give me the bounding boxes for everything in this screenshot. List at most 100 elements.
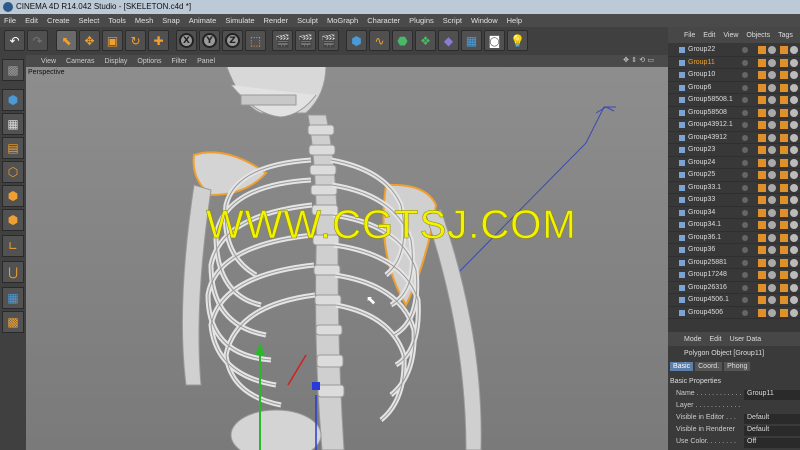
visibility-dot-icon[interactable] (742, 172, 748, 178)
texture-mode-button[interactable]: ▦ (2, 113, 24, 135)
material-tag-icon[interactable] (758, 171, 766, 179)
material-sphere-icon[interactable] (790, 308, 798, 317)
visibility-dot-icon[interactable] (742, 222, 748, 228)
material-tag-icon[interactable] (758, 283, 766, 292)
material-tag-icon[interactable] (758, 221, 766, 229)
menu-plugins[interactable]: Plugins (409, 16, 434, 25)
material-sphere-icon[interactable] (768, 121, 776, 129)
material-sphere-icon[interactable] (790, 121, 798, 129)
obj-menu-file[interactable]: File (684, 32, 695, 39)
render-view-button[interactable]: 🎬 (272, 30, 293, 51)
material-sphere-icon[interactable] (790, 233, 798, 242)
material-sphere-icon[interactable] (768, 233, 776, 242)
snap-button[interactable]: ⋃ (2, 261, 24, 283)
material-sphere-icon[interactable] (768, 46, 776, 54)
material-tag-icon[interactable] (780, 146, 788, 154)
material-tag-icon[interactable] (758, 146, 766, 154)
menu-select[interactable]: Select (79, 16, 100, 25)
attr-menu-edit[interactable]: Edit (710, 336, 722, 343)
material-sphere-icon[interactable] (790, 271, 798, 279)
workplane-grid-button[interactable]: ▦ (2, 287, 24, 309)
object-row[interactable]: Group34.1 (668, 219, 800, 232)
visibility-dot-icon[interactable] (742, 259, 748, 266)
material-tag-icon[interactable] (780, 208, 788, 217)
y-axis-lock-button[interactable]: Y (199, 30, 220, 51)
material-tag-icon[interactable] (780, 221, 788, 229)
object-row[interactable]: Group23 (668, 144, 800, 157)
material-sphere-icon[interactable] (768, 96, 776, 104)
material-sphere-icon[interactable] (768, 171, 776, 179)
scale-tool-button[interactable]: ▣ (102, 30, 123, 51)
visibility-dot-icon[interactable] (742, 47, 748, 53)
object-row[interactable]: Group22 (668, 44, 800, 57)
tab-coord[interactable]: Coord. (695, 362, 723, 371)
material-tag-icon[interactable] (780, 108, 788, 117)
object-row[interactable]: Group33.1 (668, 182, 800, 194)
object-row[interactable]: Group24 (668, 157, 800, 169)
material-tag-icon[interactable] (758, 96, 766, 104)
material-sphere-icon[interactable] (790, 183, 798, 192)
menu-mesh[interactable]: Mesh (135, 16, 153, 25)
material-sphere-icon[interactable] (768, 308, 776, 317)
viewport-menu-panel[interactable]: Panel (197, 58, 215, 65)
material-tag-icon[interactable] (758, 271, 766, 279)
object-row[interactable]: Group58508.1 (668, 94, 800, 107)
menu-file[interactable]: File (4, 16, 16, 25)
perspective-viewport[interactable]: View Cameras Display Options Filter Pane… (26, 55, 668, 450)
material-tag-icon[interactable] (780, 96, 788, 104)
spline-pen-button[interactable]: ∿ (369, 30, 390, 51)
visibility-dot-icon[interactable] (742, 97, 748, 103)
material-tag-icon[interactable] (780, 196, 788, 204)
material-sphere-icon[interactable] (790, 208, 798, 217)
menu-create[interactable]: Create (47, 16, 70, 25)
viewport-menu-view[interactable]: View (41, 58, 56, 65)
material-tag-icon[interactable] (780, 183, 788, 192)
material-tag-icon[interactable] (780, 246, 788, 254)
deformer-button[interactable]: ◆ (438, 30, 459, 51)
object-row[interactable]: Group26316 (668, 282, 800, 294)
subdivision-surface-button[interactable]: ⬣ (392, 30, 413, 51)
material-tag-icon[interactable] (758, 296, 766, 304)
floor-button[interactable]: ▦ (461, 30, 482, 51)
visibility-dot-icon[interactable] (742, 234, 748, 241)
viewport-menu-display[interactable]: Display (104, 58, 127, 65)
workplane-mode-button[interactable]: ▤ (2, 137, 24, 159)
material-sphere-icon[interactable] (790, 158, 798, 167)
obj-menu-view[interactable]: View (723, 32, 738, 39)
obj-menu-objects[interactable]: Objects (746, 32, 770, 39)
material-sphere-icon[interactable] (768, 196, 776, 204)
add-object-button[interactable]: ✚ (148, 30, 169, 51)
material-sphere-icon[interactable] (768, 221, 776, 229)
x-axis-lock-button[interactable]: X (176, 30, 197, 51)
object-row[interactable]: Group17248 (668, 269, 800, 282)
attr-use-color-select[interactable]: Off (744, 438, 800, 448)
object-row[interactable]: Group10 (668, 69, 800, 82)
material-sphere-icon[interactable] (790, 83, 798, 92)
material-sphere-icon[interactable] (768, 283, 776, 292)
menu-window[interactable]: Window (471, 16, 498, 25)
visibility-dot-icon[interactable] (742, 184, 748, 191)
make-editable-button[interactable]: ▩ (2, 59, 24, 81)
menu-mograph[interactable]: MoGraph (327, 16, 358, 25)
material-sphere-icon[interactable] (768, 133, 776, 142)
material-sphere-icon[interactable] (790, 221, 798, 229)
redo-button[interactable]: ↷ (27, 30, 48, 51)
material-tag-icon[interactable] (780, 258, 788, 267)
material-tag-icon[interactable] (780, 133, 788, 142)
visibility-dot-icon[interactable] (742, 134, 748, 141)
render-settings-button[interactable]: 🎬 (318, 30, 339, 51)
viewport-nav-icons[interactable]: ✥ ⇕ ⟲ ▭ (623, 56, 654, 64)
material-tag-icon[interactable] (758, 83, 766, 92)
attr-menu-user-data[interactable]: User Data (730, 336, 762, 343)
material-tag-icon[interactable] (780, 58, 788, 67)
menu-simulate[interactable]: Simulate (225, 16, 254, 25)
material-sphere-icon[interactable] (790, 171, 798, 179)
visibility-dot-icon[interactable] (742, 109, 748, 116)
material-sphere-icon[interactable] (790, 296, 798, 304)
material-sphere-icon[interactable] (790, 246, 798, 254)
material-tag-icon[interactable] (780, 121, 788, 129)
material-tag-icon[interactable] (780, 308, 788, 317)
material-sphere-icon[interactable] (790, 196, 798, 204)
z-axis-lock-button[interactable]: Z (222, 30, 243, 51)
visibility-dot-icon[interactable] (742, 147, 748, 153)
